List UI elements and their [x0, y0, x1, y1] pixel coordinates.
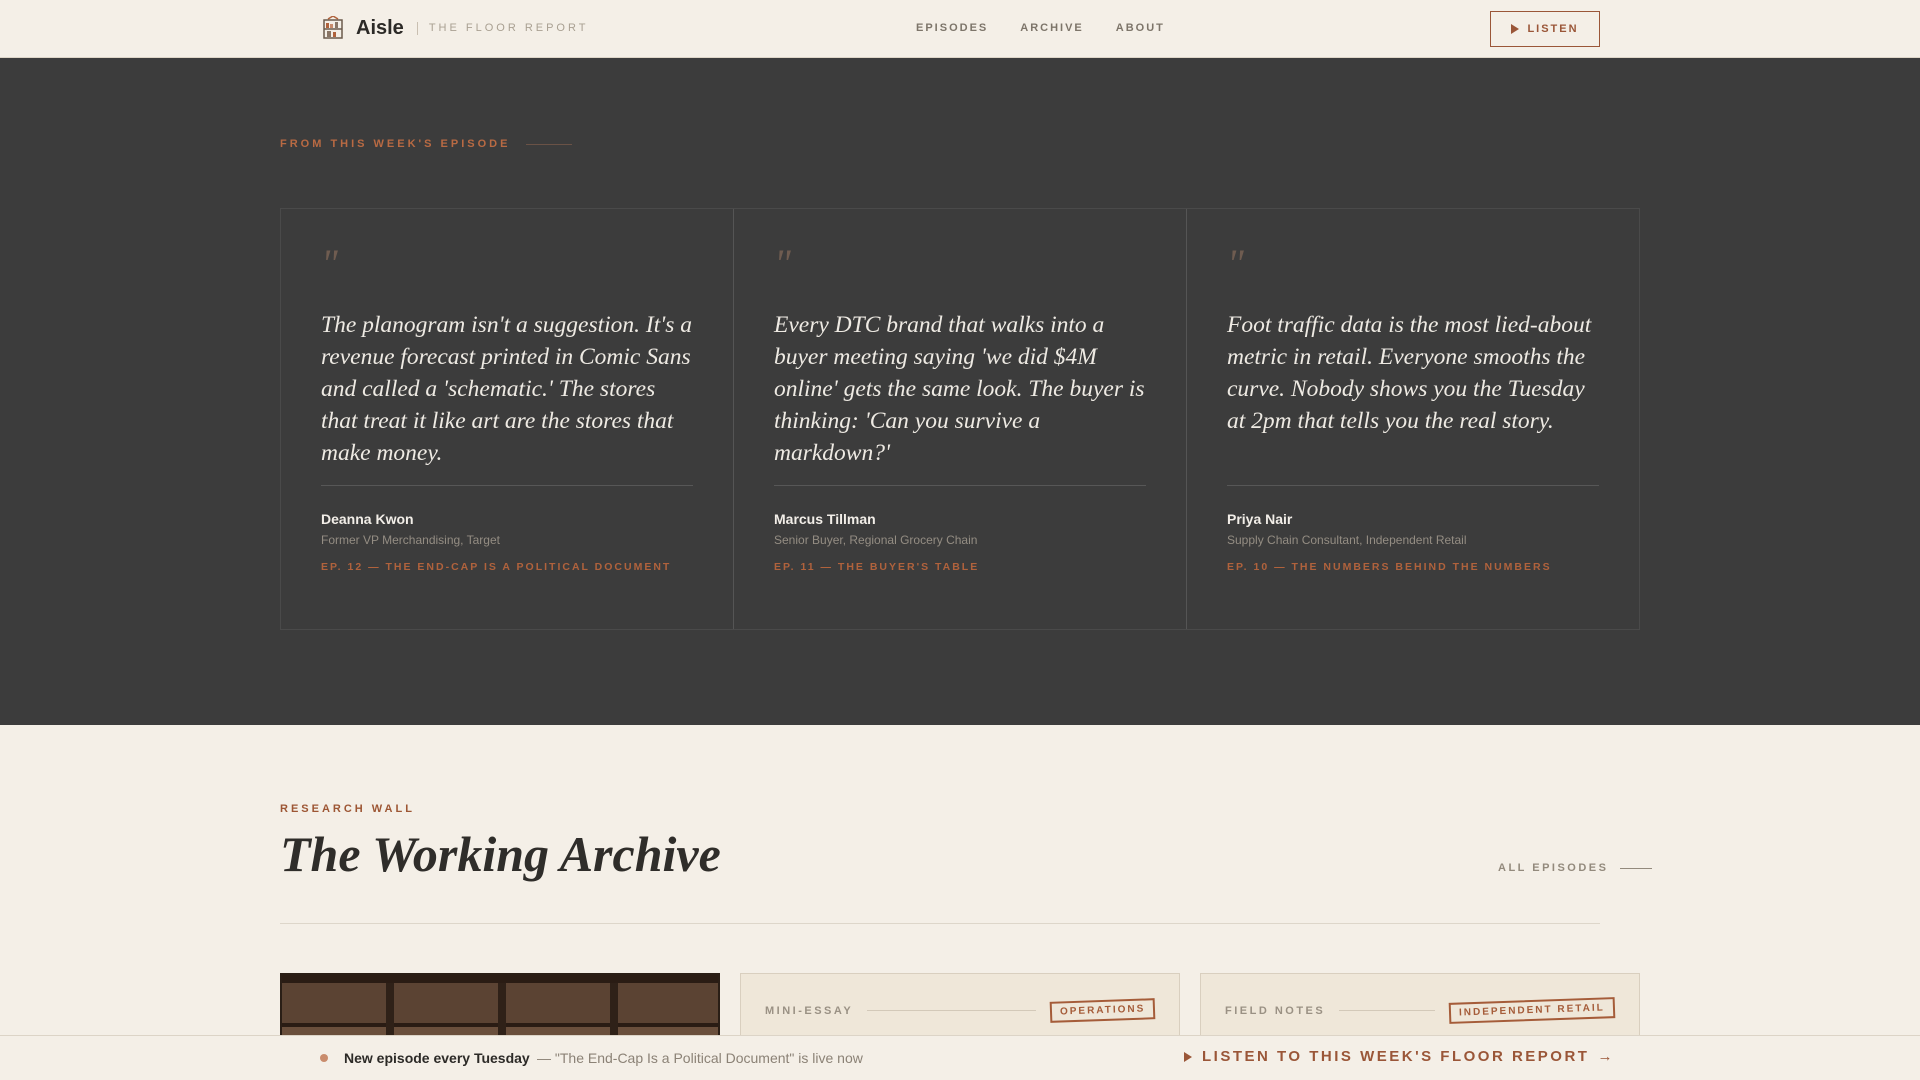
shelf-logo-icon [323, 16, 343, 39]
quote-author-name: Deanna Kwon [321, 511, 414, 527]
quote-divider [321, 485, 693, 486]
card-header: MINI-ESSAY OPERATIONS [765, 998, 1156, 1023]
main-nav: EPISODES ARCHIVE ABOUT [916, 22, 1197, 34]
quote-text: Every DTC brand that walks into a buyer … [774, 312, 1145, 466]
quote-episode-link[interactable]: EP. 10 — THE NUMBERS BEHIND THE NUMBERS [1227, 561, 1552, 573]
episode-quotes-section: FROM THIS WEEK'S EPISODE " The planogram… [0, 58, 1920, 725]
brand-name: Aisle [356, 16, 404, 39]
listen-button[interactable]: LISTEN [1490, 11, 1600, 47]
quote-author-role: Senior Buyer, Regional Grocery Chain [774, 533, 978, 547]
nav-about[interactable]: ABOUT [1116, 22, 1165, 34]
card-kind: FIELD NOTES [1225, 1004, 1326, 1017]
live-dot-icon [320, 1054, 328, 1062]
quote-card: " The planogram isn't a suggestion. It's… [281, 209, 734, 629]
quote-mark-icon: " [774, 241, 791, 286]
section-divider [280, 923, 1600, 924]
quote-episode-link[interactable]: EP. 12 — THE END-CAP IS A POLITICAL DOCU… [321, 561, 671, 573]
quote-mark-icon: " [1227, 241, 1244, 286]
topic-stamp: OPERATIONS [1049, 998, 1156, 1023]
research-wall-title: The Working Archive [280, 826, 721, 882]
research-wall-section: RESEARCH WALL The Working Archive ALL EP… [0, 725, 1920, 1080]
quote-mark-icon: " [321, 241, 338, 286]
quote-card: " Every DTC brand that walks into a buye… [734, 209, 1187, 629]
brand-divider [416, 21, 418, 35]
quote-author-name: Marcus Tillman [774, 511, 876, 527]
card-kind: MINI-ESSAY [765, 1004, 854, 1017]
listen-this-week-label: LISTEN TO THIS WEEK'S FLOOR REPORT [1202, 1048, 1590, 1065]
card-header: FIELD NOTES INDEPENDENT RETAIL [1225, 997, 1616, 1024]
all-episodes-label: ALL EPISODES [1498, 862, 1609, 874]
all-episodes-link[interactable]: ALL EPISODES [1498, 862, 1653, 874]
play-icon [1184, 1051, 1192, 1062]
sticky-episode-bar: New episode every Tuesday — "The End-Cap… [0, 1035, 1920, 1080]
listen-button-label: LISTEN [1527, 23, 1579, 35]
brand-tagline: THE FLOOR REPORT [428, 22, 589, 34]
quote-author-name: Priya Nair [1227, 511, 1293, 527]
quote-card: " Foot traffic data is the most lied-abo… [1187, 209, 1639, 629]
card-rule [867, 1010, 1036, 1011]
quotes-eyebrow-label: FROM THIS WEEK'S EPISODE [280, 138, 511, 150]
topic-stamp: INDEPENDENT RETAIL [1448, 997, 1616, 1024]
quote-author-role: Supply Chain Consultant, Independent Ret… [1227, 533, 1467, 547]
quote-text: The planogram isn't a suggestion. It's a… [321, 312, 693, 466]
nav-archive[interactable]: ARCHIVE [1020, 22, 1084, 34]
quote-text: Foot traffic data is the most lied-about… [1227, 312, 1592, 434]
arrow-right-icon: → [1597, 1048, 1613, 1065]
quote-divider [1227, 485, 1599, 486]
episode-cadence: New episode every Tuesday [344, 1050, 530, 1066]
nav-episodes[interactable]: EPISODES [916, 22, 988, 34]
arrow-line-icon [1620, 867, 1653, 869]
play-icon [1511, 24, 1520, 34]
quote-cards: " The planogram isn't a suggestion. It's… [280, 208, 1640, 630]
quotes-eyebrow: FROM THIS WEEK'S EPISODE [280, 138, 573, 150]
quote-divider [774, 485, 1146, 486]
top-nav-bar: Aisle THE FLOOR REPORT EPISODES ARCHIVE … [0, 0, 1920, 58]
quote-author-role: Former VP Merchandising, Target [321, 533, 500, 547]
brand[interactable]: Aisle THE FLOOR REPORT [322, 16, 588, 40]
quote-episode-link[interactable]: EP. 11 — THE BUYER'S TABLE [774, 561, 979, 573]
episode-live-note: — "The End-Cap Is a Political Document" … [537, 1050, 863, 1066]
card-rule [1339, 1010, 1436, 1011]
listen-this-week-link[interactable]: LISTEN TO THIS WEEK'S FLOOR REPORT → [1184, 1048, 1612, 1065]
eyebrow-rule [526, 143, 573, 145]
research-wall-label: RESEARCH WALL [280, 803, 415, 815]
